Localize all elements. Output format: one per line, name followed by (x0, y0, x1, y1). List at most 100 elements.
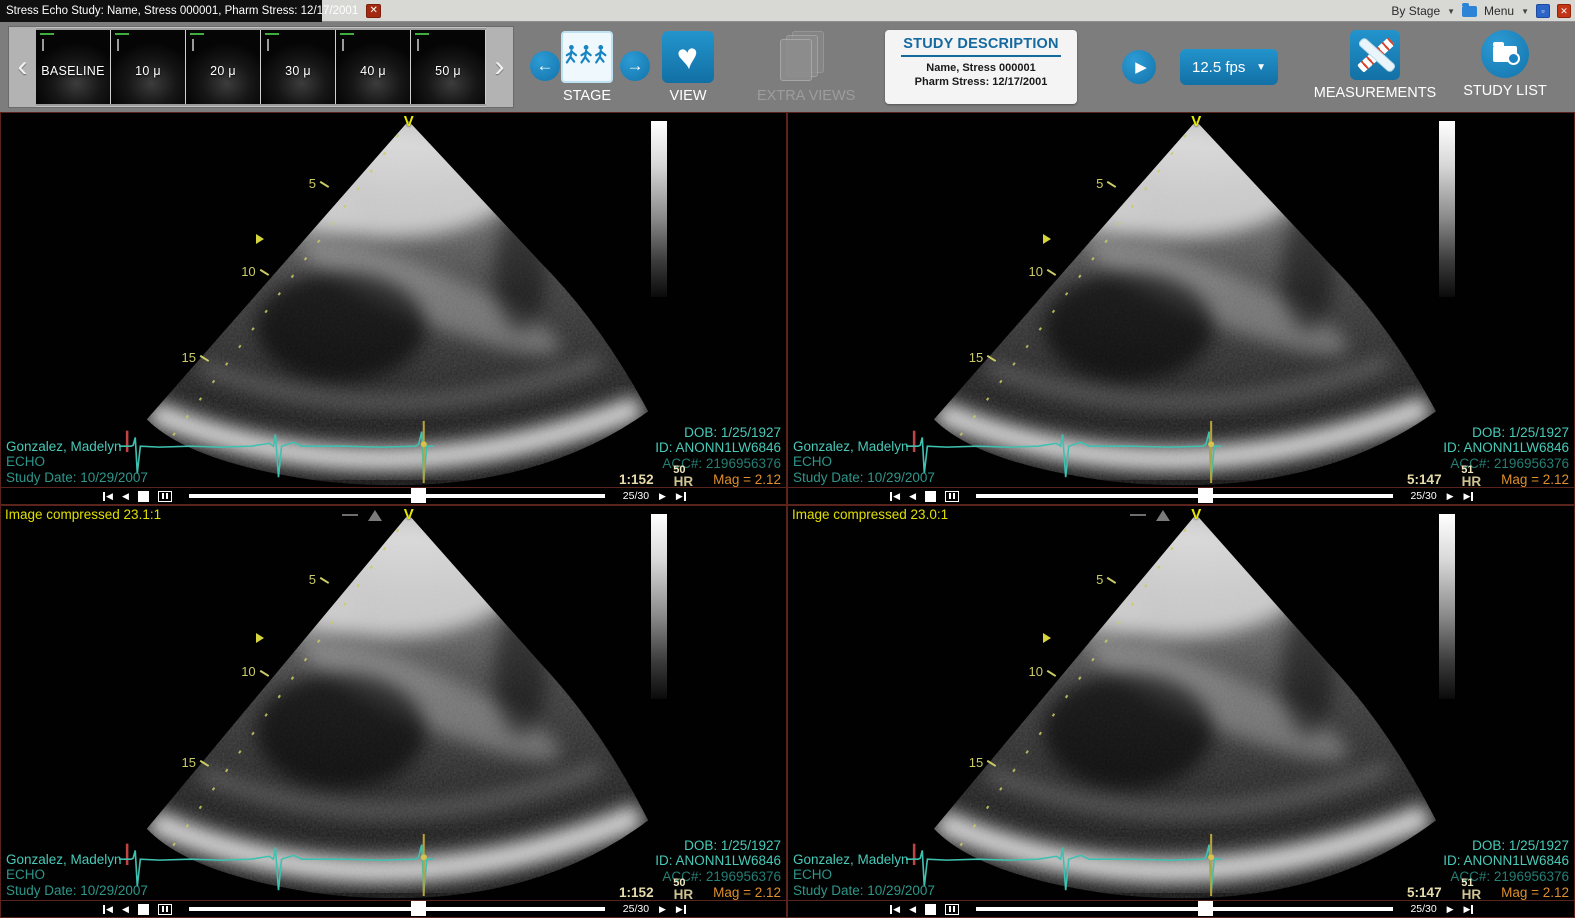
ecg-trace (906, 832, 1252, 898)
patient-id: ID: ANONN1LW6846 (655, 440, 781, 456)
depth-label-5: 5 (1096, 176, 1115, 191)
stage-thumb[interactable]: 40 μ (336, 30, 411, 104)
stop-button[interactable] (925, 491, 936, 502)
heart-rate-label: HR (1462, 476, 1482, 487)
study-date: Study Date: 10/29/2007 (6, 883, 148, 899)
play-icon: ▶ (1135, 58, 1147, 76)
skip-first-frame-button[interactable]: ◀ (890, 492, 900, 501)
cine-scrubber[interactable] (976, 494, 1393, 498)
step-back-button[interactable]: ◀ (122, 905, 129, 914)
quadrant-grid: V 5 10 15 Gonzalez, Madelyn ECHO Study D… (0, 112, 1575, 918)
focus-marker (1043, 633, 1051, 643)
play-cine-button[interactable]: ▶ (1447, 905, 1454, 914)
cine-scrubber[interactable] (976, 907, 1393, 911)
prev-stage-button[interactable]: ← (530, 51, 560, 81)
stage-scroll-left[interactable]: ‹ (9, 27, 36, 107)
stage-thumb[interactable]: 50 μ (411, 30, 486, 104)
play-all-button[interactable]: ▶ (1122, 50, 1156, 84)
menu-dropdown[interactable]: Menu (1484, 4, 1514, 18)
stage-button[interactable]: STAGE (561, 31, 613, 104)
skip-first-frame-button[interactable]: ◀ (890, 905, 900, 914)
frame-index: 1:152 (619, 885, 654, 900)
play-cine-button[interactable]: ▶ (659, 492, 666, 501)
depth-label-10: 10 (241, 664, 267, 679)
minimize-button[interactable]: ▫ (1536, 4, 1550, 18)
probe-marker (1156, 510, 1170, 521)
pause-button[interactable] (945, 491, 959, 502)
depth-label-10: 10 (1029, 664, 1055, 679)
tab-close-icon[interactable]: ✕ (366, 4, 381, 18)
cine-scrubber[interactable] (189, 494, 605, 498)
scrubber-thumb[interactable] (411, 488, 426, 503)
skip-first-frame-button[interactable]: ◀ (103, 492, 113, 501)
by-stage-dropdown[interactable]: By Stage (1391, 4, 1440, 18)
scrubber-thumb[interactable] (1198, 488, 1213, 503)
patient-info: Gonzalez, Madelyn ECHO Study Date: 10/29… (6, 852, 148, 899)
patient-name: Gonzalez, Madelyn (6, 852, 148, 868)
measurements-button[interactable]: MEASUREMENTS (1310, 30, 1440, 101)
stop-button[interactable] (138, 904, 149, 915)
apex-orientation-marker: V (1191, 506, 1201, 523)
stage-thumb-label: 40 μ (336, 64, 410, 78)
stage-thumb[interactable]: 30 μ (261, 30, 336, 104)
patient-name: Gonzalez, Madelyn (793, 852, 935, 868)
skip-last-frame-button[interactable]: ▶ (1464, 492, 1474, 501)
stage-thumb-label: 10 μ (111, 64, 185, 78)
next-stage-button[interactable]: → (620, 51, 650, 81)
apex-orientation-marker: V (404, 506, 414, 523)
probe-marker (368, 510, 382, 521)
study-tab[interactable]: Stress Echo Study: Name, Stress 000001, … (0, 0, 322, 22)
study-list-button[interactable]: STUDY LIST (1455, 30, 1555, 99)
stage-thumb[interactable]: BASELINE (36, 30, 111, 104)
menu-folder-icon[interactable] (1462, 6, 1477, 17)
patient-info: Gonzalez, Madelyn ECHO Study Date: 10/29… (6, 439, 148, 486)
play-cine-button[interactable]: ▶ (659, 905, 666, 914)
step-back-button[interactable]: ◀ (122, 492, 129, 501)
magnification: Mag = 2.12 (1501, 472, 1569, 487)
pause-button[interactable] (158, 491, 172, 502)
depth-label-10: 10 (1029, 264, 1055, 279)
heart-rate-value: 50 (673, 878, 685, 889)
focus-marker (256, 633, 264, 643)
study-date: Study Date: 10/29/2007 (6, 470, 148, 486)
chevron-left-icon: ‹ (18, 50, 28, 84)
study-description-button[interactable]: STUDY DESCRIPTION Name, Stress 000001 Ph… (885, 30, 1077, 104)
step-back-button[interactable]: ◀ (909, 492, 916, 501)
frame-index: 5:147 (1407, 885, 1442, 900)
echo-quadrant: V 5 10 15 Gonzalez, Madelyn ECHO Study D… (0, 112, 787, 505)
stage-thumb[interactable]: 10 μ (111, 30, 186, 104)
fps-dropdown[interactable]: 12.5 fps ▼ (1180, 49, 1278, 85)
menu-caret-icon[interactable]: ▼ (1521, 7, 1529, 16)
stage-thumb-label: BASELINE (36, 64, 110, 78)
pause-button[interactable] (945, 904, 959, 915)
stage-thumb[interactable]: 20 μ (186, 30, 261, 104)
study-list-label: STUDY LIST (1463, 83, 1547, 99)
scrubber-thumb[interactable] (411, 901, 426, 916)
heart-rate: 51 HR (1462, 878, 1482, 900)
depth-label-15: 15 (182, 755, 208, 770)
probe-marker-dash (342, 514, 358, 516)
extra-views-button[interactable]: EXTRA VIEWS (757, 31, 855, 104)
extra-views-label: EXTRA VIEWS (757, 88, 855, 104)
play-cine-button[interactable]: ▶ (1447, 492, 1454, 501)
skip-last-frame-button[interactable]: ▶ (1464, 905, 1474, 914)
close-button[interactable]: ✕ (1557, 4, 1571, 18)
pause-button[interactable] (158, 904, 172, 915)
frame-counter: 25/30 (619, 490, 653, 502)
frame-counter: 25/30 (619, 903, 653, 915)
study-date: Study Date: 10/29/2007 (793, 883, 935, 899)
skip-last-frame-button[interactable]: ▶ (676, 905, 686, 914)
view-button[interactable]: ♥ VIEW (662, 31, 714, 104)
stop-button[interactable] (925, 904, 936, 915)
step-back-button[interactable]: ◀ (909, 905, 916, 914)
depth-label-5: 5 (309, 176, 328, 191)
heart-rate-label: HR (674, 476, 694, 487)
skip-last-frame-button[interactable]: ▶ (676, 492, 686, 501)
scrubber-thumb[interactable] (1198, 901, 1213, 916)
stage-scroll-right[interactable]: › (486, 27, 513, 107)
by-stage-caret-icon[interactable]: ▼ (1447, 7, 1455, 16)
stop-button[interactable] (138, 491, 149, 502)
heart-rate: 51 HR (1462, 465, 1482, 487)
cine-scrubber[interactable] (189, 907, 605, 911)
skip-first-frame-button[interactable]: ◀ (103, 905, 113, 914)
